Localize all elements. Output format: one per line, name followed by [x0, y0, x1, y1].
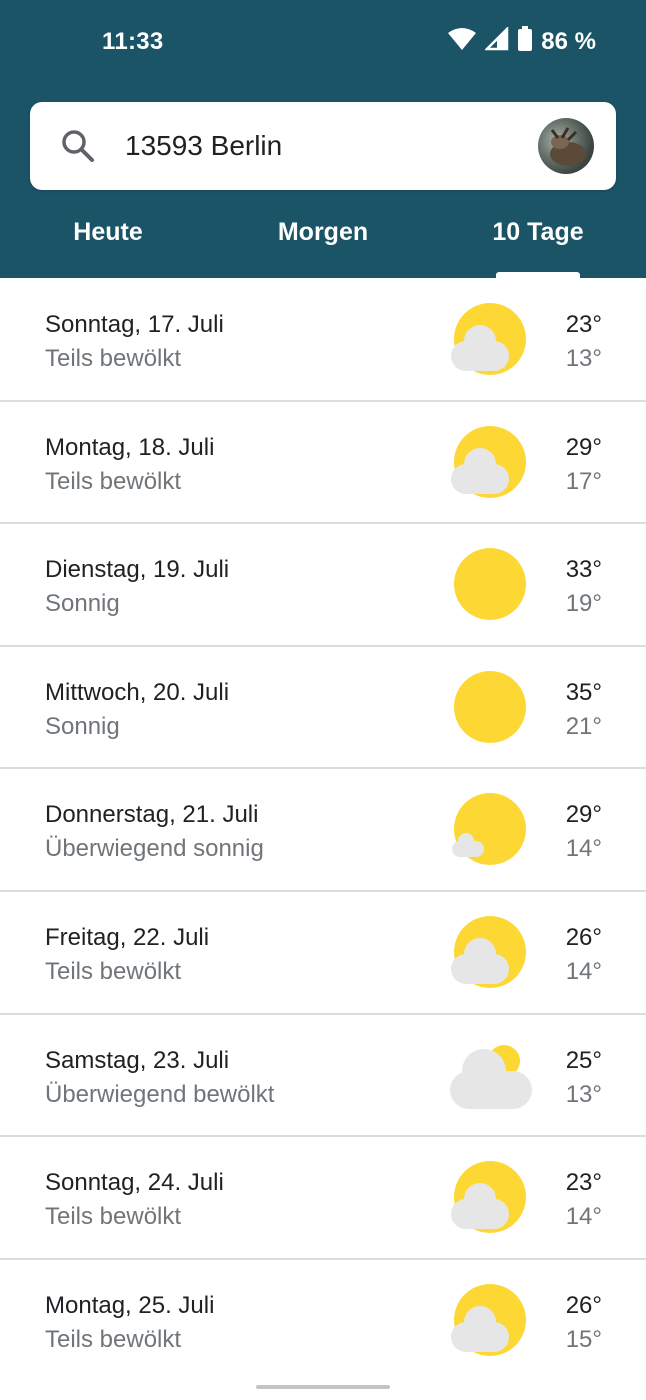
forecast-row[interactable]: Dienstag, 19. Juli Sonnig 33° 19° — [0, 524, 646, 647]
forecast-low: 15° — [565, 1325, 602, 1353]
gesture-nav-handle[interactable] — [256, 1385, 390, 1389]
search-location-text[interactable]: 13593 Berlin — [125, 130, 282, 162]
forecast-row[interactable]: Montag, 18. Juli Teils bewölkt 29° 17° — [0, 402, 646, 525]
status-bar: 11:33 86 % — [0, 0, 646, 84]
forecast-row[interactable]: Samstag, 23. Juli Überwiegend bewölkt 25… — [0, 1015, 646, 1138]
forecast-high: 29° — [565, 801, 602, 829]
forecast-list: Sonntag, 17. Juli Teils bewölkt 23° 13° … — [0, 279, 646, 1382]
forecast-low: 14° — [565, 835, 602, 863]
partly-cloudy-icon — [446, 301, 534, 381]
forecast-row[interactable]: Freitag, 22. Juli Teils bewölkt 26° 14° — [0, 892, 646, 1015]
mostly-cloudy-icon — [446, 1037, 534, 1117]
mostly-sunny-icon — [446, 791, 534, 871]
sunny-icon — [446, 546, 534, 626]
account-avatar[interactable] — [538, 118, 594, 174]
forecast-date: Dienstag, 19. Juli — [45, 556, 230, 584]
tab-morgen[interactable]: Morgen — [243, 218, 403, 247]
forecast-date: Freitag, 22. Juli — [45, 923, 210, 951]
forecast-high: 33° — [565, 556, 602, 584]
forecast-row[interactable]: Sonntag, 17. Juli Teils bewölkt 23° 13° — [0, 279, 646, 402]
forecast-condition: Teils bewölkt — [45, 345, 182, 372]
forecast-date: Sonntag, 17. Juli — [45, 311, 224, 338]
partly-cloudy-icon — [446, 424, 534, 504]
forecast-high: 25° — [565, 1046, 602, 1074]
sunny-icon — [446, 669, 534, 749]
status-icons: 86 % — [447, 25, 596, 57]
forecast-condition: Überwiegend bewölkt — [45, 1080, 275, 1108]
forecast-low: 19° — [565, 590, 602, 618]
forecast-date: Mittwoch, 20. Juli — [45, 678, 230, 706]
forecast-date: Sonntag, 24. Juli — [45, 1169, 224, 1197]
forecast-tabs: Heute Morgen 10 Tage — [0, 200, 646, 278]
search-icon[interactable] — [60, 128, 96, 164]
forecast-low: 14° — [565, 1203, 602, 1231]
app-header: 11:33 86 % 13593 Berlin Heute Morgen 10 … — [0, 0, 646, 278]
search-bar[interactable]: 13593 Berlin — [30, 102, 616, 190]
forecast-condition: Sonnig — [45, 590, 120, 618]
forecast-low: 13° — [565, 1080, 602, 1108]
forecast-date: Montag, 25. Juli — [45, 1291, 215, 1319]
tab-10-tage[interactable]: 10 Tage — [458, 218, 618, 247]
forecast-date: Samstag, 23. Juli — [45, 1046, 230, 1074]
partly-cloudy-icon — [446, 1282, 534, 1362]
forecast-date: Donnerstag, 21. Juli — [45, 801, 259, 829]
forecast-condition: Überwiegend sonnig — [45, 835, 264, 863]
forecast-row[interactable]: Montag, 25. Juli Teils bewölkt 26° 15° — [0, 1260, 646, 1383]
forecast-low: 14° — [565, 957, 602, 985]
wifi-icon — [447, 27, 477, 56]
forecast-high: 23° — [565, 311, 602, 338]
forecast-condition: Sonnig — [45, 712, 120, 740]
battery-percentage: 86 % — [541, 27, 596, 55]
forecast-high: 35° — [565, 678, 602, 706]
partly-cloudy-icon — [446, 1159, 534, 1239]
forecast-date: Montag, 18. Juli — [45, 433, 215, 461]
forecast-low: 13° — [565, 345, 602, 372]
partly-cloudy-icon — [446, 914, 534, 994]
forecast-condition: Teils bewölkt — [45, 467, 182, 495]
forecast-condition: Teils bewölkt — [45, 957, 182, 985]
forecast-low: 21° — [565, 712, 602, 740]
forecast-high: 23° — [565, 1169, 602, 1197]
forecast-high: 26° — [565, 923, 602, 951]
tab-selected-indicator — [496, 272, 580, 278]
forecast-high: 26° — [565, 1291, 602, 1319]
forecast-low: 17° — [565, 467, 602, 495]
forecast-high: 29° — [565, 433, 602, 461]
battery-icon — [517, 26, 533, 57]
signal-icon — [484, 25, 509, 56]
forecast-condition: Teils bewölkt — [45, 1203, 182, 1231]
forecast-row[interactable]: Mittwoch, 20. Juli Sonnig 35° 21° — [0, 647, 646, 770]
forecast-condition: Teils bewölkt — [45, 1325, 182, 1353]
tab-heute[interactable]: Heute — [28, 218, 188, 247]
forecast-row[interactable]: Donnerstag, 21. Juli Überwiegend sonnig … — [0, 769, 646, 892]
forecast-row[interactable]: Sonntag, 24. Juli Teils bewölkt 23° 14° — [0, 1137, 646, 1260]
status-time: 11:33 — [102, 28, 164, 55]
